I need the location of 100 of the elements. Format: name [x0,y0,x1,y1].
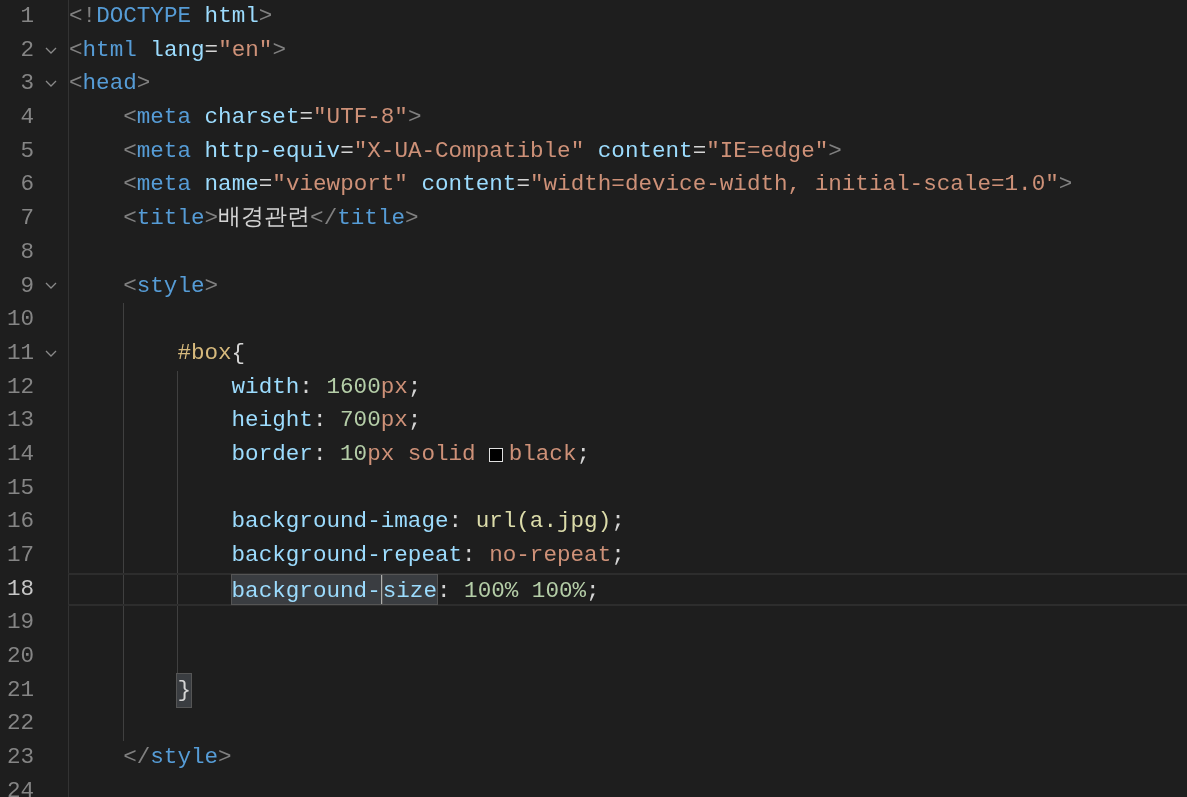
code-token: style [136,271,205,301]
code-token: : [312,406,328,436]
code-token: = [299,103,313,133]
code-token: > [405,204,419,234]
code-token: no-repeat [489,541,612,570]
code-token: < [69,69,83,99]
code-token: meta [136,170,191,200]
code-token: < [123,204,137,234]
code-token: content [420,170,517,200]
code-token: border [231,439,313,469]
code-token: lang [149,35,205,65]
code-token: 배경관련 [218,204,311,234]
code-token: black [508,439,577,469]
line-number: 13 [5,406,34,436]
line-number: 16 [5,507,34,537]
code-token: head [82,69,137,99]
code-token: > [407,103,422,133]
code-token: "X-UA-Compatible" [353,136,585,166]
code-token: > [258,2,273,31]
code-token: ; [576,439,590,469]
code-token: = [516,170,530,200]
code-token: charset [203,103,300,133]
code-token: px [380,372,408,402]
code-token: = [258,170,273,200]
code-token: "UTF-8" [313,103,408,133]
code-token: = [340,136,354,166]
code-token: 100% [530,576,587,605]
line-number: 20 [5,642,34,672]
code-token: width [231,372,300,402]
code-token: px [367,439,395,469]
code-token: = [692,136,707,166]
line-number: 6 [19,170,34,200]
code-token: ; [586,576,600,605]
code-token: < [69,35,83,65]
code-token: > [272,35,286,65]
code-token: </ [310,204,338,234]
code-token: > [204,271,219,301]
line-number: 10 [5,305,34,335]
line-number: 22 [5,709,34,739]
chevron-down-icon[interactable] [45,80,57,89]
code-token: <! [69,2,97,31]
line-number: 12 [5,372,34,402]
code-token: 10 [340,439,368,469]
line-number: 15 [5,473,34,503]
code-token: ; [611,507,625,537]
code-token: "en" [218,35,273,65]
code-token: > [1058,170,1073,200]
code-token: meta [136,103,191,133]
code-token: style [150,743,219,773]
code-token: "width=device-width, initial-scale=1.0" [529,170,1059,200]
code-token: : [462,541,477,570]
line-number: 1 [19,2,34,31]
text-cursor [380,574,383,605]
code-token: > [136,69,151,99]
chevron-down-icon[interactable] [45,349,57,358]
line-number: 8 [19,237,34,267]
code-token: http-equiv [203,136,341,166]
line-number: 24 [5,776,34,797]
line-number: 2 [19,35,34,65]
code-token: height [231,406,313,436]
code-token: DOCTYPE [96,2,192,31]
code-token: : [312,439,328,469]
code-token: < [123,271,137,301]
code-token: content [596,136,693,166]
line-number: 19 [5,608,34,638]
code-token: size [382,574,437,605]
code-token: #box [177,338,232,368]
code-token: background-image [231,507,449,537]
code-token: < [123,136,137,166]
code-token: = [204,35,219,65]
chevron-down-icon[interactable] [45,46,57,55]
code-token: background-repeat [231,541,463,570]
line-number: 23 [5,743,34,773]
line-number: 7 [19,204,34,234]
code-token: html [203,2,259,31]
code-token: 700 [340,406,381,436]
code-token: px [380,406,408,436]
code-token: name [203,170,259,200]
code-token: "IE=edge" [706,136,829,166]
line-number: 14 [5,439,34,469]
line-number: 3 [19,69,34,99]
code-token: ; [611,541,625,570]
code-token: } [177,673,191,708]
code-token: : [448,507,464,537]
code-token: : [436,576,452,605]
code-token: > [204,204,219,234]
code-token: "viewport" [272,170,408,200]
line-number: 9 [19,271,34,301]
code-token: url(a.jpg) [475,507,612,537]
code-token: > [218,743,232,773]
code-token: 100% [464,576,519,605]
chevron-down-icon[interactable] [45,282,57,291]
code-token: ; [407,372,422,402]
code-token: { [231,338,246,368]
line-number: 21 [5,675,34,705]
code-token: > [828,136,842,166]
color-swatch-icon[interactable] [488,447,503,462]
line-number: 4 [19,103,34,133]
code-token: background- [231,574,381,605]
code-token: ; [407,406,422,436]
